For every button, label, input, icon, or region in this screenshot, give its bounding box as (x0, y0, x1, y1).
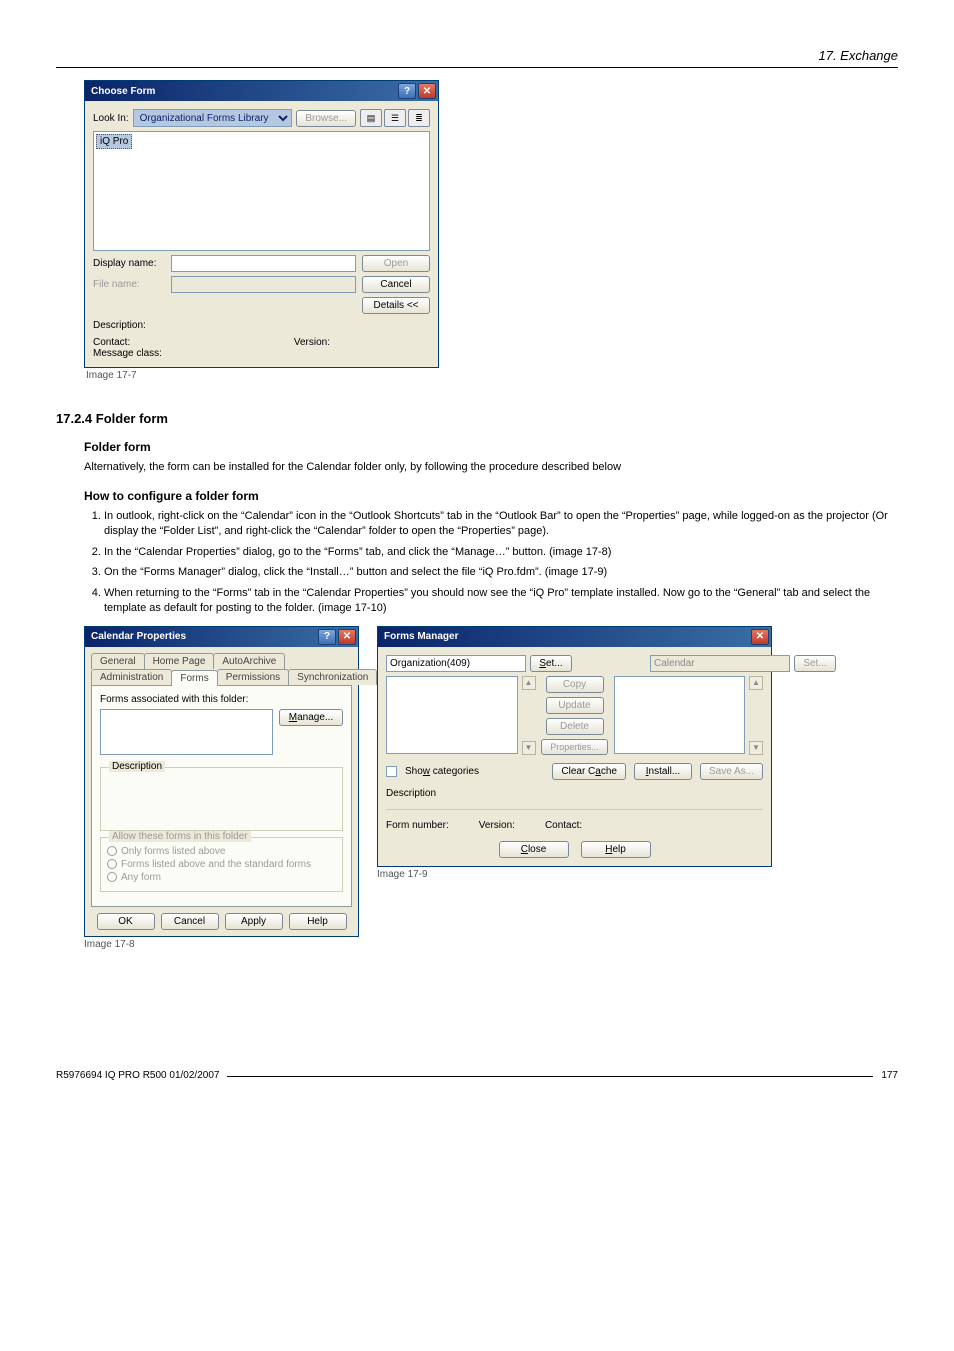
tab-synchronization[interactable]: Synchronization (288, 669, 377, 685)
form-number-label: Form number: (386, 820, 449, 831)
version-label: Version: (294, 337, 330, 348)
help-button[interactable]: Help (581, 841, 651, 858)
scroll-up-icon[interactable]: ▲ (522, 676, 536, 690)
forms-associated-listbox[interactable] (100, 709, 273, 755)
calendar-properties-title: Calendar Properties (91, 631, 186, 642)
properties-button[interactable]: Properties... (541, 739, 608, 755)
close-button[interactable]: Close (499, 841, 569, 858)
manage-button[interactable]: Manage... (279, 709, 343, 726)
tab-autoarchive[interactable]: AutoArchive (213, 653, 285, 669)
chapter-title: 17. Exchange (818, 48, 898, 63)
copy-button[interactable]: Copy (546, 676, 604, 693)
radio-only-listed: Only forms listed above (107, 846, 336, 857)
left-library-input[interactable] (386, 655, 526, 672)
page-footer: R5976694 IQ PRO R500 01/02/2007 177 (56, 1070, 898, 1081)
calendar-properties-dialog: Calendar Properties ? ✕ General Home Pag… (84, 626, 359, 937)
caption-17-8: Image 17-8 (84, 939, 359, 950)
cancel-button[interactable]: Cancel (161, 913, 219, 930)
update-button[interactable]: Update (546, 697, 604, 714)
radio-any-form: Any form (107, 872, 336, 883)
contact-label: Contact: (93, 337, 130, 348)
display-name-input[interactable] (171, 255, 356, 272)
view-list-icon[interactable]: ☰ (384, 109, 406, 127)
file-name-input (171, 276, 356, 293)
delete-button[interactable]: Delete (546, 718, 604, 735)
tab-administration[interactable]: Administration (91, 669, 172, 685)
message-class-label: Message class: (93, 348, 430, 359)
apply-button[interactable]: Apply (225, 913, 283, 930)
step-1: In outlook, right-click on the “Calendar… (104, 509, 898, 539)
footer-page-number: 177 (881, 1070, 898, 1081)
scroll-up-icon[interactable]: ▲ (749, 676, 763, 690)
subsection-how-to: How to configure a folder form (84, 489, 898, 503)
version-label: Version: (479, 820, 515, 831)
footer-doc-id: R5976694 IQ PRO R500 01/02/2007 (56, 1070, 219, 1081)
cancel-button[interactable]: Cancel (362, 276, 430, 293)
caption-17-7: Image 17-7 (86, 370, 898, 381)
step-2: In the “Calendar Properties” dialog, go … (104, 545, 898, 560)
tab-home-page[interactable]: Home Page (144, 653, 215, 669)
folder-form-text: Alternatively, the form can be installed… (84, 460, 898, 475)
install-button[interactable]: Install... (634, 763, 692, 780)
open-button[interactable]: Open (362, 255, 430, 272)
help-icon[interactable]: ? (318, 629, 336, 645)
look-in-select[interactable]: Organizational Forms Library (133, 109, 293, 127)
details-button[interactable]: Details << (362, 297, 430, 314)
right-forms-listbox[interactable] (614, 676, 746, 754)
display-name-label: Display name: (93, 258, 165, 269)
caption-17-9: Image 17-9 (377, 869, 772, 880)
close-icon[interactable]: ✕ (338, 629, 356, 645)
section-heading: 17.2.4 Folder form (56, 411, 898, 426)
tab-forms[interactable]: Forms (171, 670, 217, 686)
choose-form-dialog: Choose Form ? ✕ Look In: Organizational … (84, 80, 439, 368)
scroll-down-icon[interactable]: ▼ (749, 741, 763, 755)
left-forms-listbox[interactable] (386, 676, 518, 754)
view-details-icon[interactable]: ≣ (408, 109, 430, 127)
ok-button[interactable]: OK (97, 913, 155, 930)
description-label: Description: (93, 320, 430, 331)
tab-general[interactable]: General (91, 653, 145, 669)
description-label: Description (386, 788, 763, 799)
choose-form-title: Choose Form (91, 86, 155, 97)
right-library-input (650, 655, 790, 672)
show-categories-checkbox[interactable] (386, 766, 397, 777)
choose-form-titlebar: Choose Form ? ✕ (85, 81, 438, 101)
forms-manager-dialog: Forms Manager ✕ Set... Set... ▲ ▼ (377, 626, 772, 867)
clear-cache-button[interactable]: Clear Cache (552, 763, 626, 780)
help-button[interactable]: Help (289, 913, 347, 930)
radio-listed-and-standard: Forms listed above and the standard form… (107, 859, 336, 870)
description-legend: Description (109, 761, 165, 772)
close-icon[interactable]: ✕ (751, 629, 769, 645)
look-in-label: Look In: (93, 113, 129, 124)
help-icon[interactable]: ? (398, 83, 416, 99)
page-header: 17. Exchange (56, 48, 898, 68)
file-name-label: File name: (93, 279, 165, 290)
save-as-button[interactable]: Save As... (700, 763, 763, 780)
close-icon[interactable]: ✕ (418, 83, 436, 99)
forms-listbox[interactable]: iQ Pro (93, 131, 430, 251)
calendar-properties-titlebar: Calendar Properties ? ✕ (85, 627, 358, 647)
list-item-selected[interactable]: iQ Pro (96, 134, 132, 149)
step-4: When returning to the “Forms” tab in the… (104, 586, 898, 616)
forms-associated-label: Forms associated with this folder: (100, 694, 343, 705)
subsection-folder-form: Folder form (84, 440, 898, 454)
allow-forms-legend: Allow these forms in this folder (109, 831, 251, 842)
scroll-down-icon[interactable]: ▼ (522, 741, 536, 755)
forms-manager-titlebar: Forms Manager ✕ (378, 627, 771, 647)
browse-button[interactable]: Browse... (296, 110, 356, 127)
right-set-button[interactable]: Set... (794, 655, 836, 672)
steps-list: In outlook, right-click on the “Calendar… (104, 509, 898, 616)
step-3: On the “Forms Manager” dialog, click the… (104, 565, 898, 580)
tab-permissions[interactable]: Permissions (217, 669, 289, 685)
show-categories-label: Show categories (405, 766, 479, 777)
left-set-button[interactable]: Set... (530, 655, 572, 672)
contact-label: Contact: (545, 820, 582, 831)
view-large-icons-icon[interactable]: ▤ (360, 109, 382, 127)
forms-manager-title: Forms Manager (384, 631, 458, 642)
